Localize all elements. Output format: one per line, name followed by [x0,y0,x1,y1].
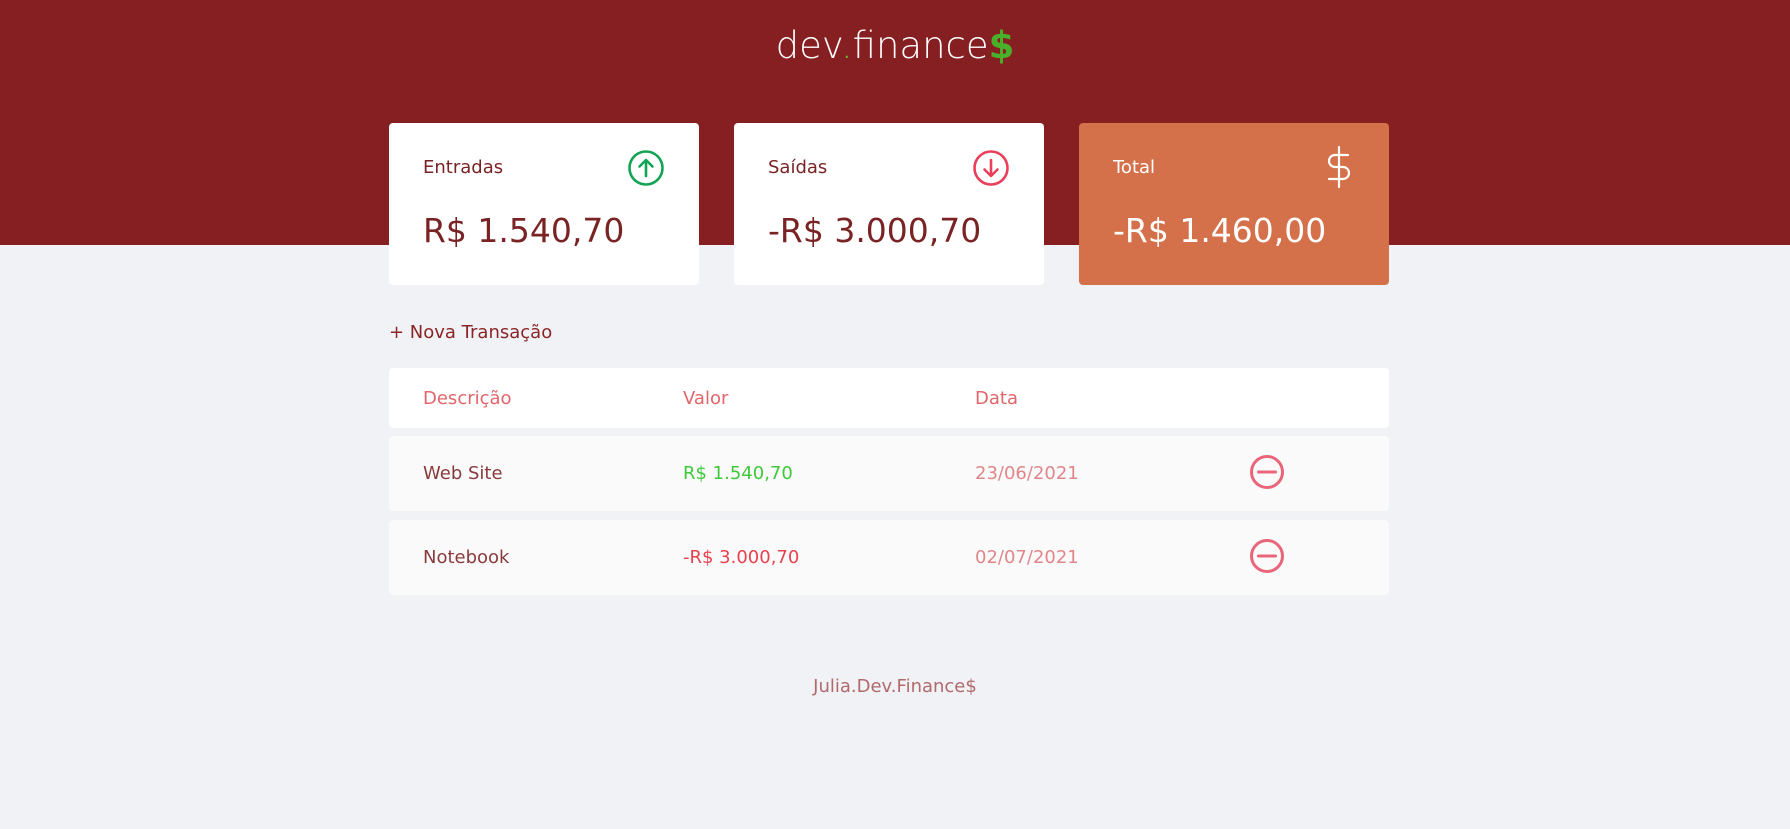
total-card-value: -R$ 1.460,00 [1113,211,1327,250]
expense-card: Saídas -R$ 3.000,70 [734,123,1044,285]
expense-card-value: -R$ 3.000,70 [768,211,982,250]
remove-transaction-icon[interactable] [1249,454,1285,490]
table-row: Notebook -R$ 3.000,70 02/07/2021 [389,520,1389,595]
expense-card-label: Saídas [768,157,828,178]
total-card-label: Total [1113,157,1156,178]
app-logo: dev.finance$ [0,24,1790,67]
transaction-amount: -R$ 3.000,70 [683,547,800,568]
footer-text: Julia.Dev.Finance$ [813,676,977,697]
transaction-date: 23/06/2021 [975,463,1079,484]
logo-dollar: $ [988,24,1015,67]
column-header-amount: Valor [683,387,729,409]
income-card-value: R$ 1.540,70 [423,211,625,250]
income-card-label: Entradas [423,157,504,178]
table-header: Descrição Valor Data [389,368,1389,428]
transaction-date: 02/07/2021 [975,547,1079,568]
table-row: Web Site R$ 1.540,70 23/06/2021 [389,436,1389,511]
column-header-description: Descrição [423,387,512,409]
transaction-actions [1249,436,1285,511]
transaction-description: Notebook [423,547,510,568]
logo-dot: . [840,24,853,67]
dollar-sign-icon [1327,145,1351,189]
income-card: Entradas R$ 1.540,70 [389,123,699,285]
arrow-up-circle-icon [628,150,664,186]
column-header-date: Data [975,387,1018,409]
page-footer: Julia.Dev.Finance$ [0,676,1790,697]
transaction-description: Web Site [423,463,503,484]
total-card: Total -R$ 1.460,00 [1079,123,1389,285]
logo-text-dev: dev [775,24,841,67]
transaction-actions [1249,520,1285,595]
arrow-down-circle-icon [973,150,1009,186]
remove-transaction-icon[interactable] [1249,538,1285,574]
logo-text-finance: finance [852,24,989,67]
new-transaction-button[interactable]: + Nova Transação [389,322,552,343]
transaction-amount: R$ 1.540,70 [683,463,793,484]
